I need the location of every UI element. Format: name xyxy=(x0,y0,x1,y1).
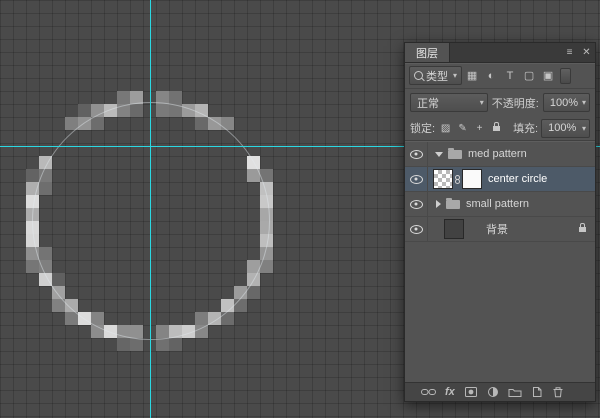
pixel-cell xyxy=(169,91,182,104)
layer-mask-thumbnail[interactable] xyxy=(462,169,482,189)
visibility-toggle[interactable] xyxy=(405,217,428,241)
vertical-guide[interactable] xyxy=(150,0,151,418)
eye-icon xyxy=(410,150,423,159)
blend-mode-select[interactable]: 正常 ▾ xyxy=(410,93,488,112)
chevron-down-icon: ▾ xyxy=(582,98,586,107)
pixel-cell xyxy=(26,260,39,273)
opacity-input[interactable]: 100% ▾ xyxy=(543,93,590,112)
visibility-toggle[interactable] xyxy=(405,192,428,216)
link-layers-button[interactable] xyxy=(421,383,436,401)
layer-name: 背景 xyxy=(486,221,508,237)
chevron-down-icon[interactable] xyxy=(435,152,443,157)
pixel-cell xyxy=(130,338,143,351)
lock-row: 锁定: ▨ ✎ + 填充: 100% ▾ xyxy=(405,116,595,141)
panel-menu-icon[interactable]: ≡ xyxy=(561,43,578,62)
fx-icon: fx xyxy=(445,386,455,398)
filter-type-layers-icon[interactable]: T xyxy=(501,67,519,84)
opacity-label: 不透明度: xyxy=(492,95,539,111)
close-icon[interactable]: ✕ xyxy=(578,43,595,62)
blend-mode-value: 正常 xyxy=(417,95,439,111)
layer-name: med pattern xyxy=(468,148,527,160)
fill-label: 填充: xyxy=(513,120,538,136)
delete-layer-button[interactable] xyxy=(552,383,564,401)
layer-style-button[interactable]: fx xyxy=(445,383,455,401)
layers-tab-label: 图层 xyxy=(416,45,438,61)
pixel-cell xyxy=(156,338,169,351)
add-layer-mask-button[interactable] xyxy=(464,383,478,401)
filter-shape-layers-icon[interactable]: ▢ xyxy=(520,67,538,84)
circle-path-outline xyxy=(32,102,270,340)
panel-bottom-bar: fx xyxy=(405,382,595,401)
new-layer-button[interactable] xyxy=(531,383,543,401)
pixel-cell xyxy=(117,91,130,104)
lock-paint-button[interactable]: ✎ xyxy=(455,121,470,136)
layer-row-small-pattern[interactable]: small pattern xyxy=(405,192,595,217)
layer-filter-row: 类型 ▾ ▦ ◐ T ▢ ▣ xyxy=(405,63,595,89)
pixel-cell xyxy=(169,338,182,351)
pixel-cell xyxy=(78,104,91,117)
search-icon xyxy=(414,71,423,80)
layer-thumbnail[interactable] xyxy=(444,219,464,239)
chevron-down-icon: ▾ xyxy=(582,124,586,133)
lock-label: 锁定: xyxy=(410,120,435,136)
mask-link-icon[interactable] xyxy=(454,175,461,184)
layer-thumbnail[interactable] xyxy=(433,169,453,189)
filter-kind-label: 类型 xyxy=(426,68,448,84)
pixel-cell xyxy=(117,338,130,351)
folder-icon xyxy=(448,150,462,159)
header-spacer xyxy=(450,43,561,62)
lock-position-button[interactable]: + xyxy=(472,121,487,136)
blend-mode-row: 正常 ▾ 不透明度: 100% ▾ xyxy=(405,89,595,116)
layer-name: center circle xyxy=(488,173,547,185)
fill-value: 100% xyxy=(548,122,576,134)
lock-all-button[interactable] xyxy=(489,121,504,136)
fill-input[interactable]: 100% ▾ xyxy=(541,119,590,138)
new-group-button[interactable] xyxy=(508,383,522,401)
filter-kind-select[interactable]: 类型 ▾ xyxy=(409,66,462,85)
eye-icon xyxy=(410,225,423,234)
layer-list: med pattern center circle small pattern xyxy=(405,141,595,242)
filter-pixel-layers-icon[interactable]: ▦ xyxy=(463,67,481,84)
tab-layers[interactable]: 图层 xyxy=(405,43,450,62)
lock-icon xyxy=(493,126,500,131)
panel-header: 图层 ≡ ✕ xyxy=(405,43,595,63)
lock-transparency-button[interactable]: ▨ xyxy=(438,121,453,136)
layer-row-center-circle[interactable]: center circle xyxy=(405,167,595,192)
layer-name: small pattern xyxy=(466,198,529,210)
lock-buttons: ▨ ✎ + xyxy=(438,121,504,136)
adjustment-layer-button[interactable] xyxy=(487,383,499,401)
visibility-toggle[interactable] xyxy=(405,142,428,166)
layer-row-med-pattern[interactable]: med pattern xyxy=(405,142,595,167)
filter-adjustment-layers-icon[interactable]: ◐ xyxy=(482,67,500,84)
eye-icon xyxy=(410,200,423,209)
pixel-cell xyxy=(26,169,39,182)
background-lock-icon xyxy=(579,223,586,235)
layers-panel: 图层 ≡ ✕ 类型 ▾ ▦ ◐ T ▢ ▣ 正常 ▾ 不透明度: xyxy=(404,42,596,402)
filter-on-off-toggle[interactable] xyxy=(560,68,571,84)
chevron-right-icon[interactable] xyxy=(436,200,441,208)
chevron-down-icon: ▾ xyxy=(480,98,484,107)
layer-row-background[interactable]: 背景 xyxy=(405,217,595,242)
folder-icon xyxy=(446,200,460,209)
photoshop-workspace: 图层 ≡ ✕ 类型 ▾ ▦ ◐ T ▢ ▣ 正常 ▾ 不透明度: xyxy=(0,0,600,418)
chevron-down-icon: ▾ xyxy=(451,71,459,80)
visibility-toggle[interactable] xyxy=(405,167,428,191)
eye-icon xyxy=(410,175,423,184)
filter-smart-object-icon[interactable]: ▣ xyxy=(539,67,557,84)
opacity-value: 100% xyxy=(550,97,578,109)
